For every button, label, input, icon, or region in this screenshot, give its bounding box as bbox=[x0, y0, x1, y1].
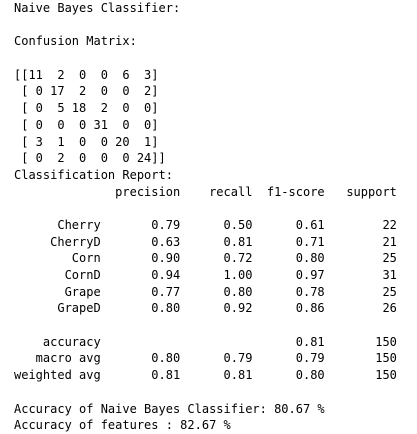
report-row-cornd: CornD 0.94 1.00 0.97 31 bbox=[14, 268, 397, 282]
cell-output-text: Naive Bayes Classifier: Confusion Matrix:… bbox=[14, 0, 397, 434]
confusion-matrix-row: [ 0 2 0 0 0 24]] bbox=[14, 151, 166, 166]
output-heading: Naive Bayes Classifier: bbox=[14, 1, 181, 15]
report-row-graped: GrapeD 0.80 0.92 0.86 26 bbox=[14, 301, 397, 316]
confusion-matrix-label: Confusion Matrix: bbox=[14, 34, 137, 49]
confusion-matrix-row: [[11 2 0 0 6 3] bbox=[14, 67, 159, 82]
report-row-cherry: Cherry 0.79 0.50 0.61 22 bbox=[14, 217, 397, 232]
report-row-grape: Grape 0.77 0.80 0.78 25 bbox=[14, 284, 397, 299]
report-header-row: precision recall f1-score support bbox=[14, 184, 397, 199]
confusion-matrix-row: [ 0 0 0 31 0 0] bbox=[14, 117, 159, 132]
report-row-corn: Corn 0.90 0.72 0.80 25 bbox=[14, 251, 397, 266]
confusion-matrix-row: [ 0 17 2 0 0 2] bbox=[14, 84, 159, 99]
report-row-accuracy: accuracy 0.81 150 bbox=[14, 334, 397, 349]
report-row-weighted-avg: weighted avg 0.81 0.81 0.80 150 bbox=[14, 368, 397, 383]
notebook-output-page: { "output_lines": [ "Naive Bayes Classif… bbox=[0, 0, 417, 434]
report-row-cherryd: CherryD 0.63 0.81 0.71 21 bbox=[14, 234, 397, 249]
classifier-accuracy-line: Accuracy of Naive Bayes Classifier: 80.6… bbox=[14, 401, 325, 416]
confusion-matrix-row: [ 3 1 0 0 20 1] bbox=[14, 134, 159, 149]
confusion-matrix-row: [ 0 5 18 2 0 0] bbox=[14, 101, 159, 116]
features-accuracy-line: Accuracy of features : 82.67 % bbox=[14, 418, 231, 433]
report-row-macro-avg: macro avg 0.80 0.79 0.79 150 bbox=[14, 351, 397, 366]
classification-report-label: Classification Report: bbox=[14, 167, 173, 182]
